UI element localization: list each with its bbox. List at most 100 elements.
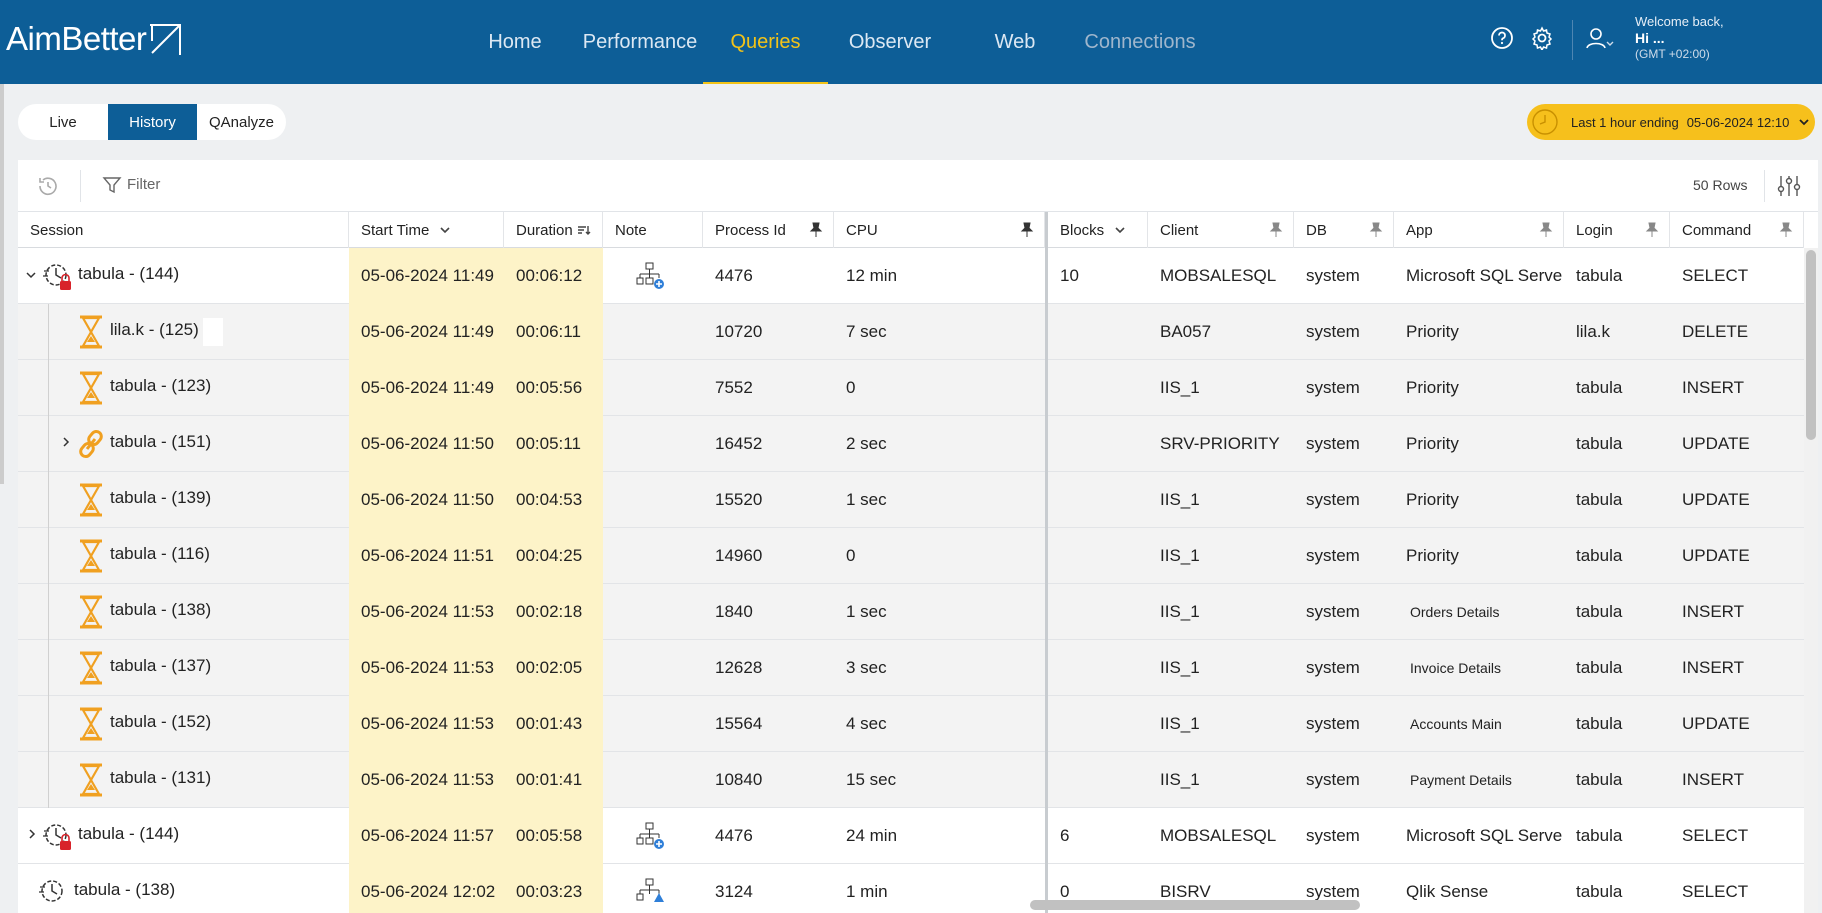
note-cell[interactable] xyxy=(603,864,703,913)
pin-icon[interactable] xyxy=(809,222,823,238)
waiting-hourglass-icon xyxy=(76,651,106,685)
session-cell[interactable]: lila.k - (125) xyxy=(76,304,223,360)
note-cell[interactable] xyxy=(603,752,703,808)
execution-plan-icon[interactable] xyxy=(635,822,665,850)
table-row[interactable]: tabula - (151) 05-06-2024 11:50 00:05:11 16… xyxy=(18,416,1804,472)
nav-performance[interactable]: Performance xyxy=(574,0,706,84)
waiting-hourglass-icon xyxy=(76,371,106,405)
pin-icon[interactable] xyxy=(1645,222,1659,238)
session-cell[interactable]: tabula - (144) xyxy=(42,808,179,864)
user-menu-chevron-icon[interactable] xyxy=(1603,30,1617,58)
session-cell[interactable]: tabula - (137) xyxy=(76,640,211,696)
session-cell[interactable]: tabula - (152) xyxy=(76,696,211,752)
table-row[interactable]: tabula - (139) 05-06-2024 11:50 00:04:53 15… xyxy=(18,472,1804,528)
pin-icon[interactable] xyxy=(1269,222,1283,238)
nav-web[interactable]: Web xyxy=(980,0,1050,84)
command-cell: DELETE xyxy=(1682,322,1749,341)
nav-queries[interactable]: Queries xyxy=(703,0,828,84)
column-header-command[interactable]: Command xyxy=(1670,212,1804,248)
session-cell[interactable]: tabula - (131) xyxy=(76,752,211,808)
pin-icon[interactable] xyxy=(1539,222,1553,238)
table-row[interactable]: tabula - (144) 05-06-2024 11:49 00:06:12 44… xyxy=(18,248,1804,304)
help-icon[interactable] xyxy=(1488,24,1516,52)
start-time-cell: 05-06-2024 11:53 xyxy=(349,584,504,640)
column-header-note[interactable]: Note xyxy=(603,212,703,248)
note-cell[interactable] xyxy=(603,528,703,584)
tree-indent-line xyxy=(48,584,49,640)
table-row[interactable]: lila.k - (125) 05-06-2024 11:49 00:06:11 10… xyxy=(18,304,1804,360)
table-row[interactable]: tabula - (137) 05-06-2024 11:53 00:02:05 12… xyxy=(18,640,1804,696)
session-name: lila.k - (125) xyxy=(110,320,199,339)
column-header-cpu[interactable]: CPU xyxy=(834,212,1045,248)
table-row[interactable]: tabula - (131) 05-06-2024 11:53 00:01:41 10… xyxy=(18,752,1804,808)
column-header-duration[interactable]: Duration xyxy=(504,212,603,248)
nav-connections[interactable]: Connections xyxy=(1075,0,1205,84)
note-cell[interactable] xyxy=(603,304,703,360)
table-row[interactable]: tabula - (144) 05-06-2024 11:57 00:05:58 44… xyxy=(18,808,1804,864)
execution-plan-warning-icon[interactable] xyxy=(635,878,665,906)
pin-icon[interactable] xyxy=(1020,222,1034,238)
column-header-session[interactable]: Session xyxy=(18,212,349,248)
session-cell[interactable]: tabula - (151) xyxy=(76,416,211,472)
note-cell[interactable] xyxy=(603,248,703,304)
session-cell[interactable]: tabula - (138) xyxy=(76,584,211,640)
nav-home[interactable]: Home xyxy=(477,0,553,84)
note-cell[interactable] xyxy=(603,584,703,640)
column-header-start-time[interactable]: Start Time xyxy=(349,212,504,248)
note-cell[interactable] xyxy=(603,640,703,696)
column-header-client[interactable]: Client xyxy=(1148,212,1294,248)
column-header-app[interactable]: App xyxy=(1394,212,1564,248)
note-cell[interactable] xyxy=(603,416,703,472)
horizontal-scrollbar-thumb[interactable] xyxy=(1030,900,1360,910)
login-cell: tabula xyxy=(1576,770,1623,789)
column-header-process-id[interactable]: Process Id xyxy=(703,212,834,248)
pin-icon[interactable] xyxy=(1369,222,1383,238)
sort-chevron-icon xyxy=(1115,227,1125,234)
aimbetter-logo[interactable]: AimBetter xyxy=(6,20,182,58)
session-name: tabula - (131) xyxy=(110,768,212,787)
session-cell[interactable]: tabula - (123) xyxy=(76,360,211,416)
session-cell[interactable]: tabula - (139) xyxy=(76,472,211,528)
table-row[interactable]: tabula - (152) 05-06-2024 11:53 00:01:43 15… xyxy=(18,696,1804,752)
scrollbar-thumb[interactable] xyxy=(1806,250,1816,440)
tab-live[interactable]: Live xyxy=(18,104,108,140)
table-row[interactable]: tabula - (138) 05-06-2024 11:53 00:02:18 18… xyxy=(18,584,1804,640)
tab-history[interactable]: History xyxy=(108,104,197,140)
filter-input[interactable]: Filter xyxy=(127,176,160,193)
execution-plan-icon[interactable] xyxy=(635,262,665,290)
note-cell[interactable] xyxy=(603,472,703,528)
column-header-login[interactable]: Login xyxy=(1564,212,1670,248)
column-header-db[interactable]: DB xyxy=(1294,212,1394,248)
tab-qanalyze[interactable]: QAnalyze xyxy=(197,104,286,140)
nav-observer[interactable]: Observer xyxy=(840,0,940,84)
table-row[interactable]: tabula - (138) 05-06-2024 12:02 00:03:23 31… xyxy=(18,864,1804,913)
note-cell[interactable] xyxy=(603,360,703,416)
session-badge xyxy=(202,318,223,346)
client-cell: IIS_1 xyxy=(1160,714,1200,733)
pinned-columns-divider[interactable] xyxy=(1045,212,1048,913)
note-cell[interactable] xyxy=(603,808,703,864)
filter-icon[interactable] xyxy=(102,175,122,200)
app-cell: Invoice Details xyxy=(1410,660,1502,676)
start-time-cell: 05-06-2024 11:53 xyxy=(349,752,504,808)
column-settings-icon[interactable] xyxy=(1776,173,1802,204)
table-row[interactable]: tabula - (116) 05-06-2024 11:51 00:04:25 14… xyxy=(18,528,1804,584)
expand-chevron-icon[interactable] xyxy=(61,436,71,451)
expand-chevron-icon[interactable] xyxy=(27,828,37,843)
column-header-blocks[interactable]: Blocks xyxy=(1048,212,1148,248)
settings-gear-icon[interactable] xyxy=(1528,24,1556,52)
chevron-down-icon xyxy=(1797,115,1811,129)
blocking-session-lock-icon xyxy=(42,259,74,293)
session-cell[interactable]: tabula - (116) xyxy=(76,528,210,584)
grid-toolbar: Filter 50 Rows xyxy=(18,160,1818,212)
login-cell: tabula xyxy=(1576,714,1623,733)
history-refresh-icon[interactable] xyxy=(36,174,60,203)
session-cell[interactable]: tabula - (144) xyxy=(42,248,179,304)
note-cell[interactable] xyxy=(603,696,703,752)
table-row[interactable]: tabula - (123) 05-06-2024 11:49 00:05:56 75… xyxy=(18,360,1804,416)
pin-icon[interactable] xyxy=(1779,222,1793,238)
time-range-selector[interactable]: Last 1 hour ending 05-06-2024 12:10 xyxy=(1527,104,1815,140)
collapse-chevron-icon[interactable] xyxy=(25,268,37,283)
vertical-scrollbar[interactable] xyxy=(1804,248,1818,913)
session-cell[interactable]: tabula - (138) xyxy=(38,864,175,913)
